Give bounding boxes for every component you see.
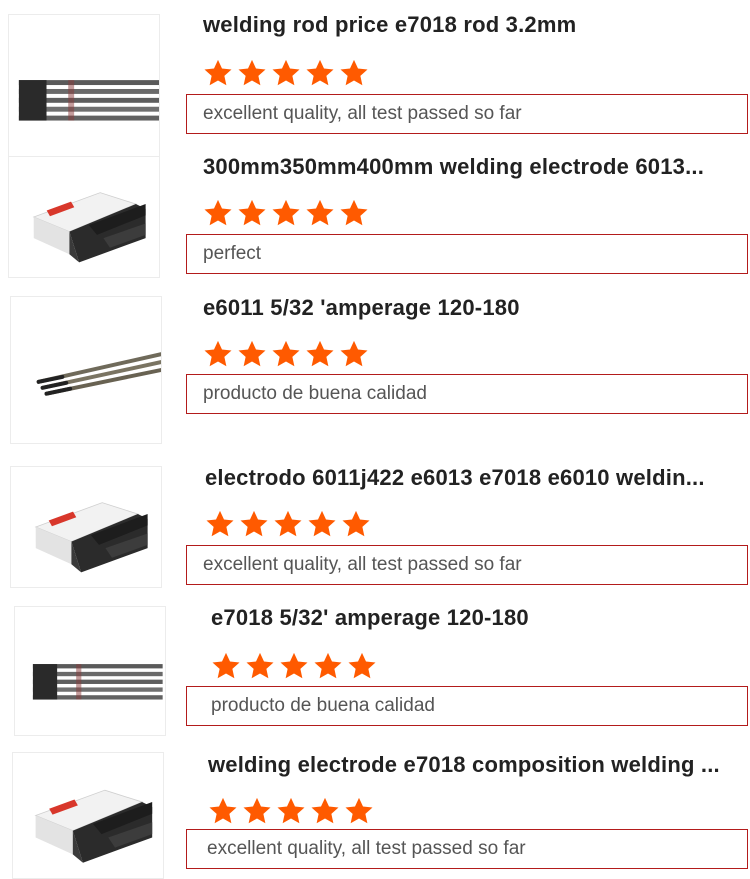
product-thumbnail[interactable]: [10, 466, 162, 588]
star-icon: [305, 339, 335, 369]
star-icon: [205, 509, 235, 539]
product-title[interactable]: electrodo 6011j422 e6013 e7018 e6010 wel…: [205, 465, 745, 491]
star-icon: [239, 509, 269, 539]
star-icon: [347, 651, 377, 681]
star-rating: [203, 198, 369, 228]
star-icon: [245, 651, 275, 681]
star-rating: [208, 796, 374, 826]
star-icon: [271, 339, 301, 369]
star-icon: [271, 198, 301, 228]
star-icon: [305, 198, 335, 228]
star-icon: [273, 509, 303, 539]
electrode-box-image: [9, 157, 159, 277]
product-title[interactable]: 300mm350mm400mm welding electrode 6013..…: [203, 154, 743, 180]
star-icon: [307, 509, 337, 539]
review-comment: producto de buena calidad: [186, 374, 748, 414]
review-comment: producto de buena calidad: [186, 686, 748, 726]
star-icon: [339, 58, 369, 88]
electrode-box-image: [11, 467, 161, 587]
review-comment: excellent quality, all test passed so fa…: [186, 94, 748, 134]
star-icon: [339, 339, 369, 369]
product-thumbnail[interactable]: [14, 606, 166, 736]
product-title[interactable]: welding electrode e7018 composition weld…: [208, 752, 744, 778]
star-icon: [279, 651, 309, 681]
star-icon: [203, 198, 233, 228]
product-title[interactable]: e7018 5/32' amperage 120-180: [211, 605, 741, 631]
star-icon: [242, 796, 272, 826]
star-icon: [211, 651, 241, 681]
review-comment: perfect: [186, 234, 748, 274]
star-icon: [237, 58, 267, 88]
star-icon: [271, 58, 301, 88]
product-thumbnail[interactable]: [8, 14, 160, 162]
star-rating: [203, 58, 369, 88]
star-icon: [237, 339, 267, 369]
star-icon: [305, 58, 335, 88]
star-icon: [339, 198, 369, 228]
product-title[interactable]: e6011 5/32 'amperage 120-180: [203, 295, 743, 321]
star-icon: [341, 509, 371, 539]
review-comment: excellent quality, all test passed so fa…: [186, 829, 748, 869]
product-thumbnail[interactable]: [8, 156, 160, 278]
steel-rods-image: [15, 607, 165, 735]
star-icon: [313, 651, 343, 681]
electrode-box-image: [13, 753, 163, 878]
product-thumbnail[interactable]: [10, 296, 162, 444]
star-icon: [310, 796, 340, 826]
star-icon: [276, 796, 306, 826]
star-icon: [203, 339, 233, 369]
star-rating: [205, 509, 371, 539]
star-rating: [203, 339, 369, 369]
review-comment: excellent quality, all test passed so fa…: [186, 545, 748, 585]
star-icon: [208, 796, 238, 826]
steel-rods-image: [9, 15, 159, 161]
star-icon: [203, 58, 233, 88]
star-icon: [344, 796, 374, 826]
product-thumbnail[interactable]: [12, 752, 164, 879]
star-icon: [237, 198, 267, 228]
star-rating: [211, 651, 377, 681]
diagonal-rods-image: [11, 297, 161, 443]
product-title[interactable]: welding rod price e7018 rod 3.2mm: [203, 12, 743, 38]
